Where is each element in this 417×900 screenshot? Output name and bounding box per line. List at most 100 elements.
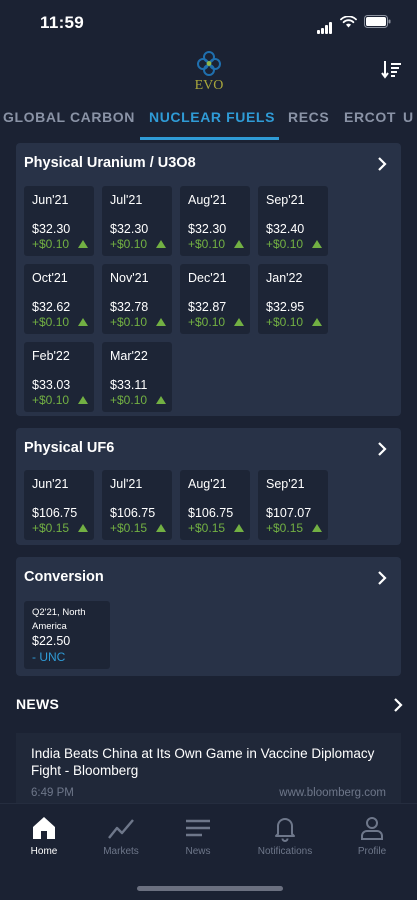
uf6-card[interactable]: Physical UF6 Jun'21 $106.75 +$0.15 Jul'2…: [16, 428, 401, 545]
person-icon: [361, 817, 383, 840]
price-tile[interactable]: Aug'21 $32.30 +$0.10: [180, 186, 250, 256]
tile-month: Jul'21: [110, 477, 143, 491]
tabbar-profile[interactable]: Profile: [331, 814, 413, 857]
tile-month: Dec'21: [188, 271, 227, 285]
up-arrow-icon: [312, 524, 322, 532]
up-arrow-icon: [234, 524, 244, 532]
tile-price: $32.87: [188, 300, 227, 314]
tile-change: +$0.10: [110, 237, 148, 251]
bell-icon: [275, 818, 295, 842]
up-arrow-icon: [312, 318, 322, 326]
logo-icon: [197, 51, 221, 76]
conversion-card[interactable]: Conversion Q2'21, North America $22.50 -…: [16, 557, 401, 676]
tile-change: +$0.10: [32, 237, 70, 251]
tile-change: +$0.15: [188, 521, 226, 535]
tab-global-carbon[interactable]: GLOBAL CARBON: [3, 104, 135, 140]
price-tile[interactable]: Mar'22 $33.11 +$0.10: [102, 342, 172, 412]
price-tile[interactable]: Sep'21 $32.40 +$0.10: [258, 186, 328, 256]
conversion-tile[interactable]: Q2'21, North America $22.50 - UNC: [24, 601, 110, 669]
price-tile[interactable]: Aug'21 $106.75 +$0.15: [180, 470, 250, 540]
tile-price: $32.30: [110, 222, 149, 236]
up-arrow-icon: [78, 240, 88, 248]
tabbar-markets[interactable]: Markets: [80, 814, 162, 857]
price-tile[interactable]: Jun'21 $106.75 +$0.15: [24, 470, 94, 540]
chevron-right-icon[interactable]: [377, 157, 387, 171]
tile-change: +$0.10: [110, 393, 148, 407]
tabbar-label: Markets: [103, 846, 139, 857]
tab-ercot[interactable]: ERCOT: [344, 104, 396, 140]
up-arrow-icon: [156, 240, 166, 248]
tile-month: Sep'21: [266, 193, 305, 207]
price-tile[interactable]: Jan'22 $32.95 +$0.10: [258, 264, 328, 334]
tile-price: $32.30: [188, 222, 227, 236]
chevron-right-icon[interactable]: [393, 698, 403, 712]
price-tile[interactable]: Jul'21 $106.75 +$0.15: [102, 470, 172, 540]
chevron-right-icon[interactable]: [377, 571, 387, 585]
tabbar-label: News: [185, 846, 211, 857]
conversion-unit: - UNC: [32, 650, 66, 664]
price-tile[interactable]: Nov'21 $32.78 +$0.10: [102, 264, 172, 334]
up-arrow-icon: [78, 396, 88, 404]
tile-price: $32.62: [32, 300, 71, 314]
up-arrow-icon: [156, 524, 166, 532]
tabbar-home[interactable]: Home: [3, 814, 85, 857]
price-tile[interactable]: Sep'21 $107.07 +$0.15: [258, 470, 328, 540]
tile-month: Aug'21: [188, 193, 227, 207]
tile-price: $106.75: [32, 506, 78, 520]
up-arrow-icon: [78, 524, 88, 532]
tile-change: +$0.10: [32, 315, 70, 329]
price-tile[interactable]: Jun'21 $32.30 +$0.10: [24, 186, 94, 256]
chart-line-icon: [108, 819, 134, 839]
up-arrow-icon: [156, 318, 166, 326]
tab-recs[interactable]: RECS: [288, 104, 329, 140]
logo-text: EVO: [194, 78, 224, 93]
news-title: India Beats China at Its Own Game in Vac…: [31, 746, 375, 778]
tile-change: +$0.10: [188, 315, 226, 329]
uranium-card[interactable]: Physical Uranium / U3O8 Jun'21 $32.30 +$…: [16, 143, 401, 416]
price-tile[interactable]: Dec'21 $32.87 +$0.10: [180, 264, 250, 334]
chevron-right-icon[interactable]: [377, 442, 387, 456]
tile-month: Jan'22: [266, 271, 303, 285]
price-tile[interactable]: Jul'21 $32.30 +$0.10: [102, 186, 172, 256]
tile-price: $32.30: [32, 222, 71, 236]
tabbar-notifications[interactable]: Notifications: [244, 814, 326, 857]
sort-button[interactable]: [380, 58, 404, 82]
news-lines-icon: [186, 819, 210, 837]
price-tile[interactable]: Feb'22 $33.03 +$0.10: [24, 342, 94, 412]
home-icon: [33, 817, 55, 839]
wifi-icon: [340, 15, 357, 27]
tile-month: Oct'21: [32, 271, 68, 285]
tile-price: $106.75: [110, 506, 156, 520]
conversion-price: $22.50: [32, 634, 71, 648]
tile-change: +$0.10: [32, 393, 70, 407]
up-arrow-icon: [234, 318, 244, 326]
uf6-card-title: Physical UF6: [24, 440, 115, 456]
tabbar-news[interactable]: News: [157, 814, 239, 857]
price-tile[interactable]: Oct'21 $32.62 +$0.10: [24, 264, 94, 334]
tile-month: Jul'21: [110, 193, 143, 207]
tab-u[interactable]: U: [403, 104, 414, 140]
tabbar-label: Notifications: [257, 846, 313, 857]
tile-price: $32.95: [266, 300, 305, 314]
home-indicator[interactable]: [137, 886, 283, 891]
up-arrow-icon: [156, 396, 166, 404]
tabbar-label: Profile: [357, 846, 387, 857]
tile-month: Nov'21: [110, 271, 149, 285]
tile-price: $107.07: [266, 506, 312, 520]
category-tabs: GLOBAL CARBON NUCLEAR FUELS RECS ERCOT U: [0, 104, 417, 140]
tab-nuclear-fuels[interactable]: NUCLEAR FUELS: [149, 104, 275, 140]
tile-price: $32.78: [110, 300, 149, 314]
tile-change: +$0.10: [110, 315, 148, 329]
up-arrow-icon: [312, 240, 322, 248]
up-arrow-icon: [78, 318, 88, 326]
tile-price: $106.75: [188, 506, 234, 520]
app-logo: EVO: [187, 48, 231, 96]
news-item[interactable]: India Beats China at Its Own Game in Vac…: [16, 733, 401, 803]
tile-change: +$0.15: [266, 521, 304, 535]
status-icons: [317, 15, 391, 34]
status-time: 11:59: [40, 13, 85, 32]
tile-price: $33.03: [32, 378, 71, 392]
tile-change: +$0.15: [32, 521, 70, 535]
news-heading: NEWS: [16, 696, 60, 712]
tile-month: Aug'21: [188, 477, 227, 491]
